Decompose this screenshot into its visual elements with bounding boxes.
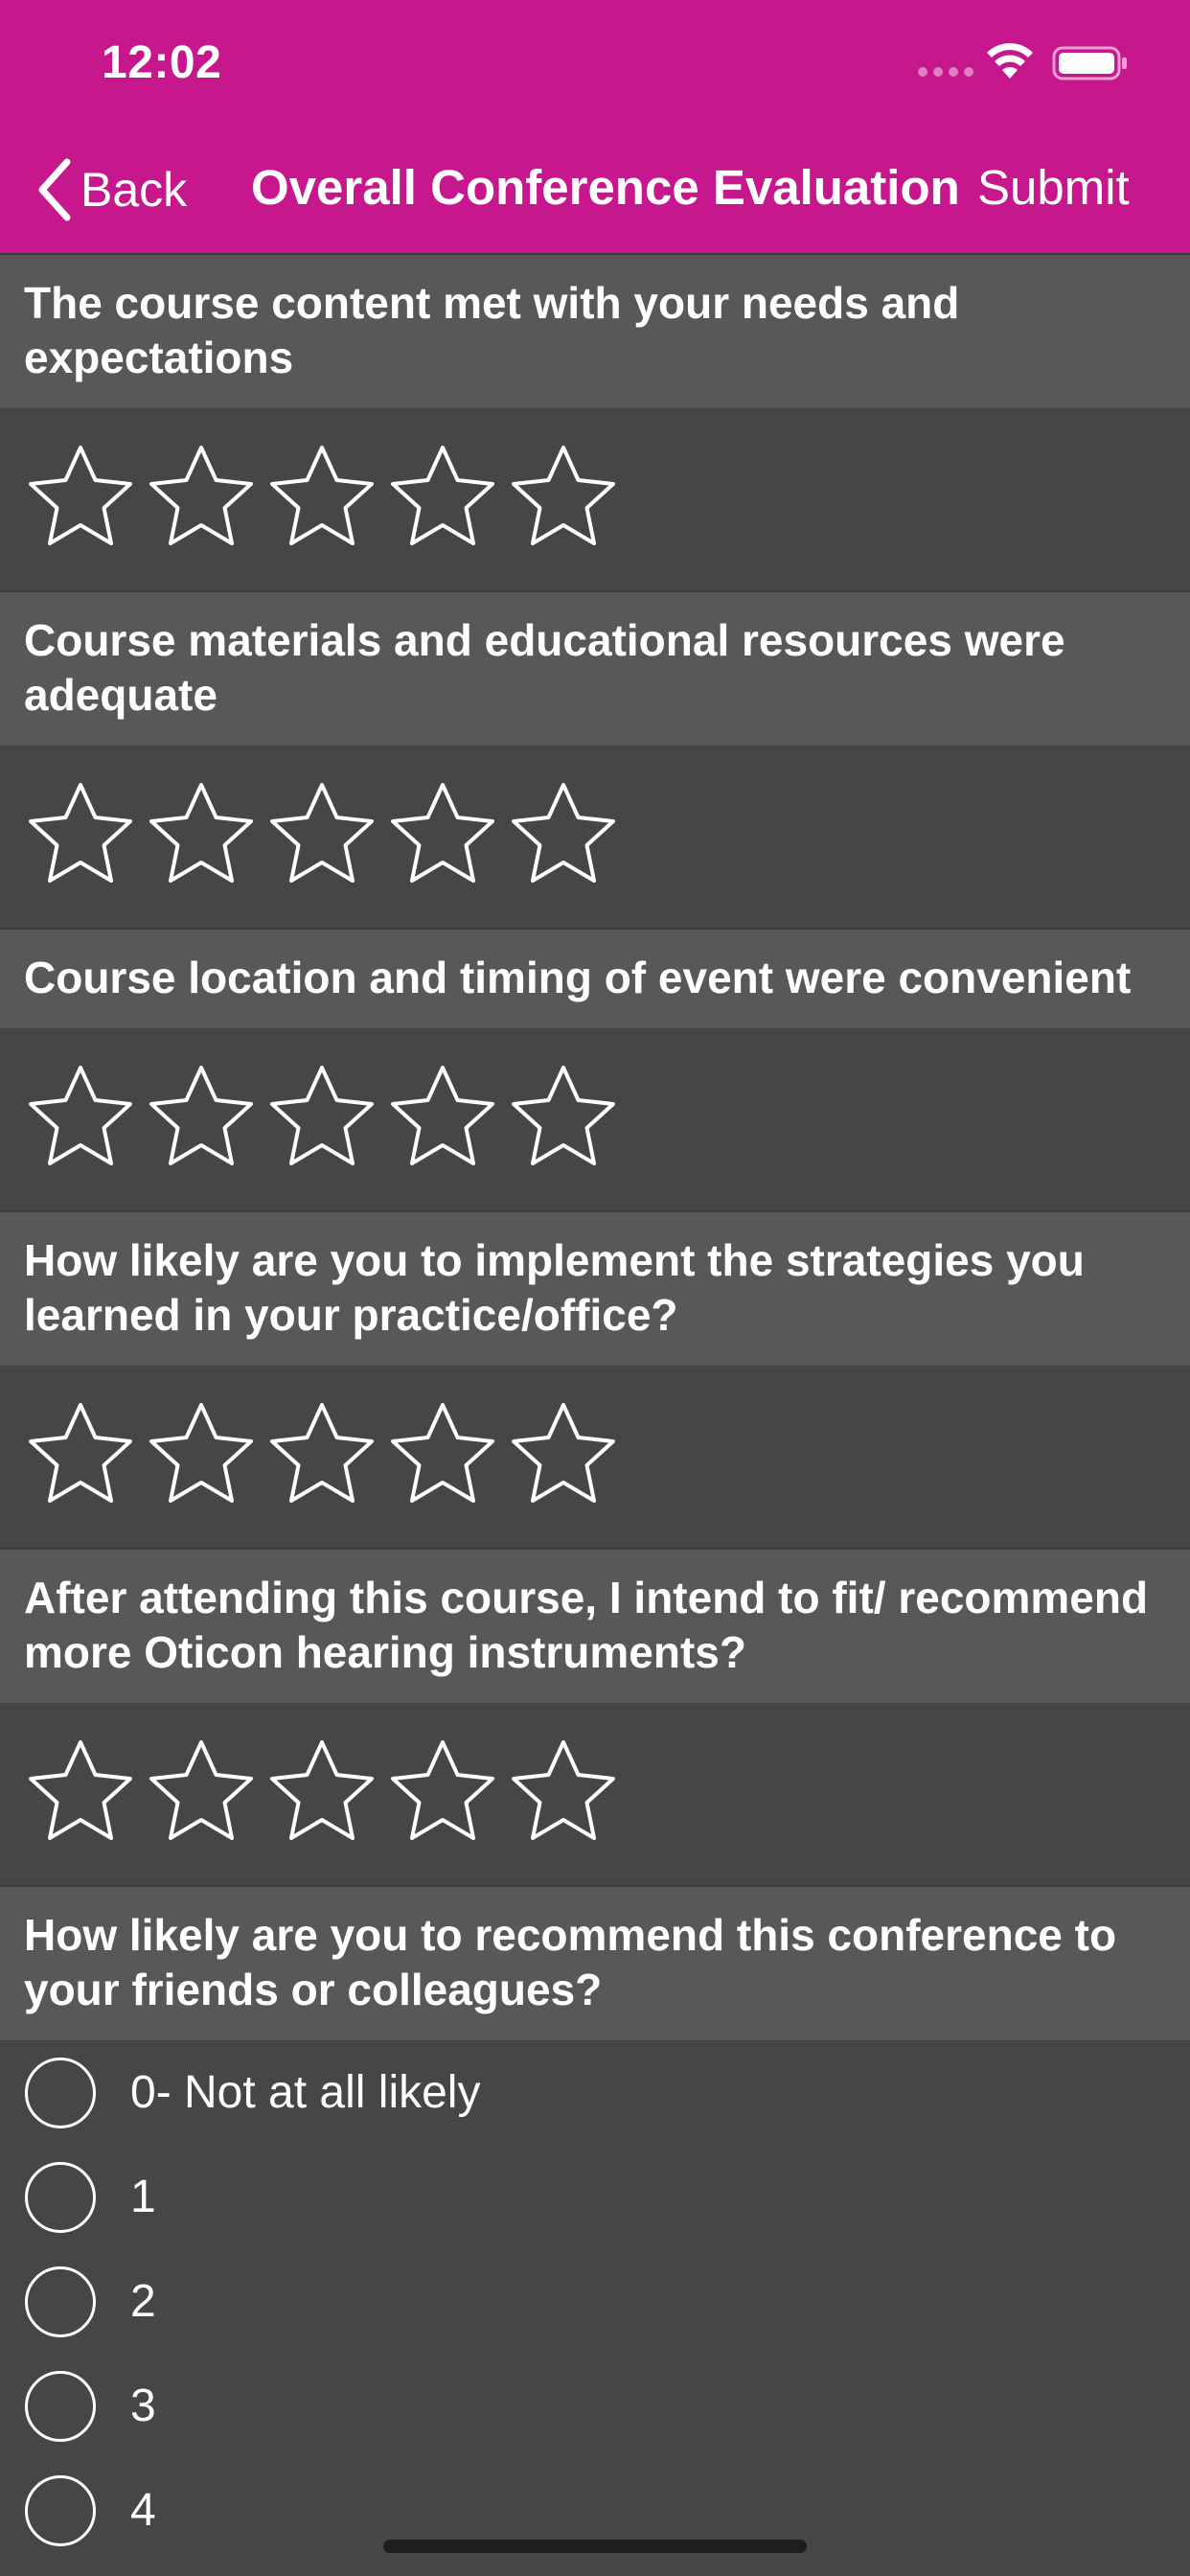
star-icon[interactable] xyxy=(506,779,621,894)
question-label: After attending this course, I intend to… xyxy=(0,1548,1190,1703)
star-rating xyxy=(0,1366,1190,1548)
back-button[interactable]: Back xyxy=(34,153,187,226)
star-icon[interactable] xyxy=(385,1399,500,1514)
evaluation-form: The course content met with your needs a… xyxy=(0,253,1190,2563)
star-icon[interactable] xyxy=(264,1062,379,1177)
submit-button[interactable]: Submit xyxy=(977,159,1130,216)
star-icon[interactable] xyxy=(506,1062,621,1177)
question-label: Course materials and educational resourc… xyxy=(0,590,1190,746)
star-icon[interactable] xyxy=(385,1736,500,1852)
star-icon[interactable] xyxy=(23,1399,138,1514)
star-icon[interactable] xyxy=(385,442,500,557)
radio-option-label: 0- Not at all likely xyxy=(130,2067,481,2118)
status-time: 12:02 xyxy=(102,37,222,88)
star-icon[interactable] xyxy=(385,779,500,894)
star-icon[interactable] xyxy=(506,442,621,557)
page-title: Overall Conference Evaluation xyxy=(251,160,960,215)
star-icon[interactable] xyxy=(144,779,259,894)
home-indicator[interactable] xyxy=(383,2540,807,2553)
question-label: How likely are you to implement the stra… xyxy=(0,1210,1190,1366)
chevron-left-icon xyxy=(38,158,71,221)
star-icon[interactable] xyxy=(506,1736,621,1852)
radio-option-label: 3 xyxy=(130,2380,156,2431)
nav-bar: 12:02 Back Overall Conference Evaluation… xyxy=(0,0,1190,253)
radio-option[interactable]: 0- Not at all likely xyxy=(0,2040,1190,2145)
radio-group: 0- Not at all likely 1 2 3 4 xyxy=(0,2040,1190,2563)
star-icon[interactable] xyxy=(23,442,138,557)
star-rating xyxy=(0,1028,1190,1210)
radio-option[interactable]: 1 xyxy=(0,2145,1190,2249)
star-icon[interactable] xyxy=(144,442,259,557)
star-icon[interactable] xyxy=(385,1062,500,1177)
back-label: Back xyxy=(80,163,188,217)
radio-button[interactable] xyxy=(25,2057,96,2128)
star-icon[interactable] xyxy=(144,1062,259,1177)
star-icon[interactable] xyxy=(144,1399,259,1514)
star-rating xyxy=(0,408,1190,590)
star-icon[interactable] xyxy=(23,779,138,894)
radio-button[interactable] xyxy=(25,2161,96,2233)
radio-button[interactable] xyxy=(25,2266,96,2337)
star-icon[interactable] xyxy=(264,1736,379,1852)
star-rating xyxy=(0,1703,1190,1885)
radio-button[interactable] xyxy=(25,2370,96,2442)
star-icon[interactable] xyxy=(23,1736,138,1852)
battery-icon xyxy=(1052,46,1127,80)
radio-option[interactable]: 2 xyxy=(0,2249,1190,2354)
star-icon[interactable] xyxy=(144,1736,259,1852)
radio-option-label: 1 xyxy=(130,2172,156,2222)
radio-option[interactable]: 3 xyxy=(0,2354,1190,2458)
radio-button[interactable] xyxy=(25,2474,96,2546)
star-icon[interactable] xyxy=(506,1399,621,1514)
radio-option-label: 4 xyxy=(130,2485,156,2536)
radio-option-label: 2 xyxy=(130,2276,156,2327)
question-label: The course content met with your needs a… xyxy=(0,253,1190,408)
star-icon[interactable] xyxy=(264,779,379,894)
question-label: How likely are you to recommend this con… xyxy=(0,1885,1190,2040)
star-icon[interactable] xyxy=(264,1399,379,1514)
cellular-signal-icon xyxy=(918,67,973,77)
star-icon[interactable] xyxy=(23,1062,138,1177)
star-rating xyxy=(0,746,1190,928)
wifi-icon xyxy=(987,43,1033,79)
star-icon[interactable] xyxy=(264,442,379,557)
question-label: Course location and timing of event were… xyxy=(0,928,1190,1028)
